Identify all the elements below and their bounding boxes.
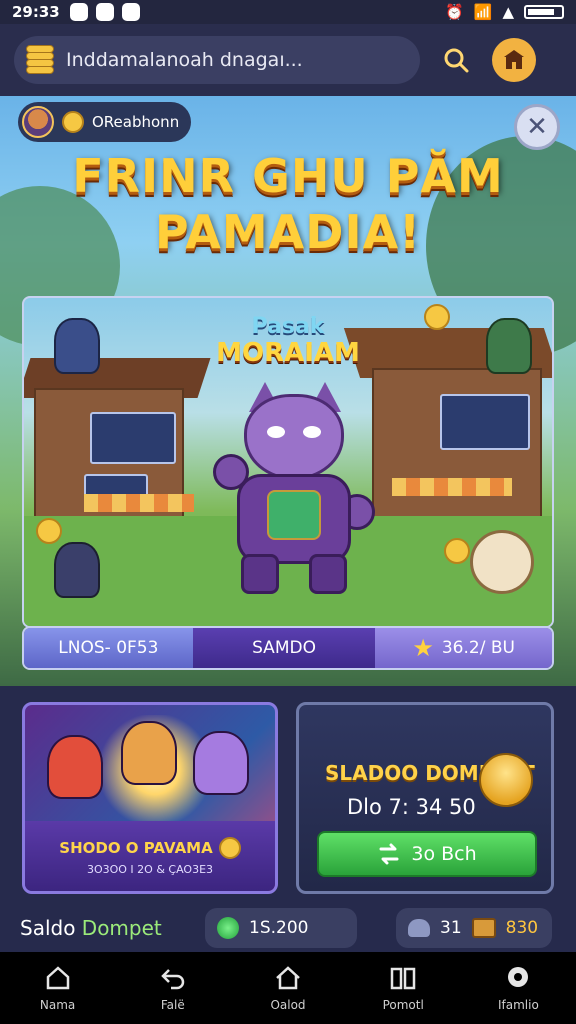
player-chip[interactable]: OReabhonn <box>18 102 192 142</box>
top-bar: Inddamalanoah dnagaı... <box>0 24 576 96</box>
hero-banner: OReabhonn ✕ FRINR GHU PĂM PAMADIA! Pasak… <box>0 96 576 686</box>
promo-subtitle: 3O3OO I 2O & ÇAO3E3 <box>86 862 214 876</box>
chat-icon <box>508 967 529 987</box>
hero-title-line2: PAMADIA! <box>154 205 422 259</box>
promo-label: SHODO O PAVAMA 3O3OO I 2O & ÇAO3E3 <box>25 821 275 891</box>
avatar <box>22 106 54 138</box>
wifi-icon: 📶 <box>473 3 493 21</box>
nav-label: Ifamlio <box>498 998 539 1012</box>
nav-item-chat[interactable]: Ifamlio <box>461 952 576 1024</box>
stat-label: LNOS- 0F53 <box>58 638 159 658</box>
hero-title-line1: FRINR GHU PĂM <box>72 149 504 203</box>
awning <box>392 478 512 496</box>
coin-icon <box>444 538 470 564</box>
wallet-action-button[interactable]: 3o Bch <box>317 831 537 877</box>
mini-character <box>121 721 177 785</box>
resource-balance[interactable]: 31 830 <box>396 908 552 948</box>
nav-item-undo[interactable]: Falë <box>115 952 230 1024</box>
awning <box>84 494 194 512</box>
stat-segment[interactable]: ★ 36.2/ BU <box>375 628 552 668</box>
side-character <box>54 318 100 374</box>
wallet-card: SLADOO DOMPETT Dlo 7: 34 50 3o Bch <box>296 702 554 894</box>
battery-icon <box>524 5 564 19</box>
hero-title: FRINR GHU PĂM PAMADIA! <box>0 148 576 260</box>
dog-character <box>470 530 534 594</box>
nav-item-home[interactable]: Nama <box>0 952 115 1024</box>
notification-icon <box>95 3 114 21</box>
gem-balance[interactable]: 1S.200 <box>205 908 357 948</box>
close-icon: ✕ <box>526 112 548 142</box>
house-icon <box>276 966 300 990</box>
chest-icon <box>471 918 496 938</box>
nav-label: Falë <box>160 998 185 1012</box>
nav-label: Nama <box>39 998 76 1012</box>
nav-item-book[interactable]: Pomotl <box>346 952 461 1024</box>
bottom-panels: SHODO O PAVAMA 3O3OO I 2O & ÇAO3E3 SLADO… <box>0 686 576 952</box>
gem-icon <box>217 917 239 939</box>
search-button[interactable] <box>434 38 478 82</box>
search-icon <box>444 48 469 73</box>
stat-label: SAMDO <box>252 638 316 658</box>
search-bar[interactable]: Inddamalanoah dnagaı... <box>14 36 420 84</box>
status-time: 29:33 <box>12 3 60 21</box>
signal-icon: ▲ <box>502 3 514 21</box>
balance-row: Saldo Dompet 1S.200 31 830 <box>0 902 576 952</box>
art-title-line2: MORAIAM <box>216 338 360 368</box>
shop-button[interactable] <box>492 38 536 82</box>
people-icon <box>408 919 430 937</box>
mini-character <box>47 735 103 799</box>
alarm-icon: ⏰ <box>445 3 464 21</box>
gem-value: 1S.200 <box>249 918 309 938</box>
wallet-amount: Dlo 7: 34 50 <box>347 795 476 819</box>
game-art[interactable]: Pasak MORAIAM <box>22 296 554 628</box>
undo-icon <box>161 969 185 990</box>
exchange-icon <box>379 843 399 865</box>
coin-icon <box>36 518 62 544</box>
nav-label: Oalod <box>270 998 306 1012</box>
notification-icon <box>69 3 88 21</box>
coin-icon <box>424 304 450 330</box>
stat-segment[interactable]: LNOS- 0F53 <box>24 628 193 668</box>
star-icon: ★ <box>412 634 434 662</box>
coin-icon <box>218 836 241 859</box>
search-text: Inddamalanoah dnagaı... <box>66 49 303 71</box>
notification-icon <box>121 3 140 21</box>
hero-cat-character <box>213 382 375 594</box>
shop-screen <box>440 394 530 450</box>
shop-icon <box>504 50 524 69</box>
balance-label: Saldo Dompet <box>20 916 162 940</box>
art-title: Pasak MORAIAM <box>24 314 552 366</box>
coin-icon <box>62 111 84 133</box>
stats-bar: LNOS- 0F53 SAMDO ★ 36.2/ BU <box>22 626 554 670</box>
wallet-button-label: 3o Bch <box>411 843 477 865</box>
close-button[interactable]: ✕ <box>514 104 560 150</box>
player-name: OReabhonn <box>92 113 180 131</box>
shop-screen <box>90 412 176 464</box>
nav-label: Pomotl <box>382 998 424 1012</box>
promo-card[interactable]: SHODO O PAVAMA 3O3OO I 2O & ÇAO3E3 <box>22 702 278 894</box>
stat-segment[interactable]: SAMDO <box>192 628 376 668</box>
bottom-navigation: Nama Falë Oalod Pomotl Ifamlio <box>0 952 576 1024</box>
nav-item-house[interactable]: Oalod <box>230 952 345 1024</box>
status-bar: 29:33 ⏰ 📶 ▲ <box>0 0 576 24</box>
stat-label: 36.2/ BU <box>441 638 515 658</box>
side-character <box>54 542 100 598</box>
home-icon <box>46 966 69 990</box>
promo-title: SHODO O PAVAMA <box>59 838 213 857</box>
side-character <box>486 318 532 374</box>
book-icon <box>390 967 416 990</box>
chest-value: 830 <box>505 918 539 938</box>
people-value: 31 <box>440 918 462 938</box>
heart-icon <box>467 741 545 819</box>
coins-stack-icon <box>26 45 54 75</box>
art-title-line1: Pasak <box>251 314 325 339</box>
mini-character <box>193 731 249 795</box>
